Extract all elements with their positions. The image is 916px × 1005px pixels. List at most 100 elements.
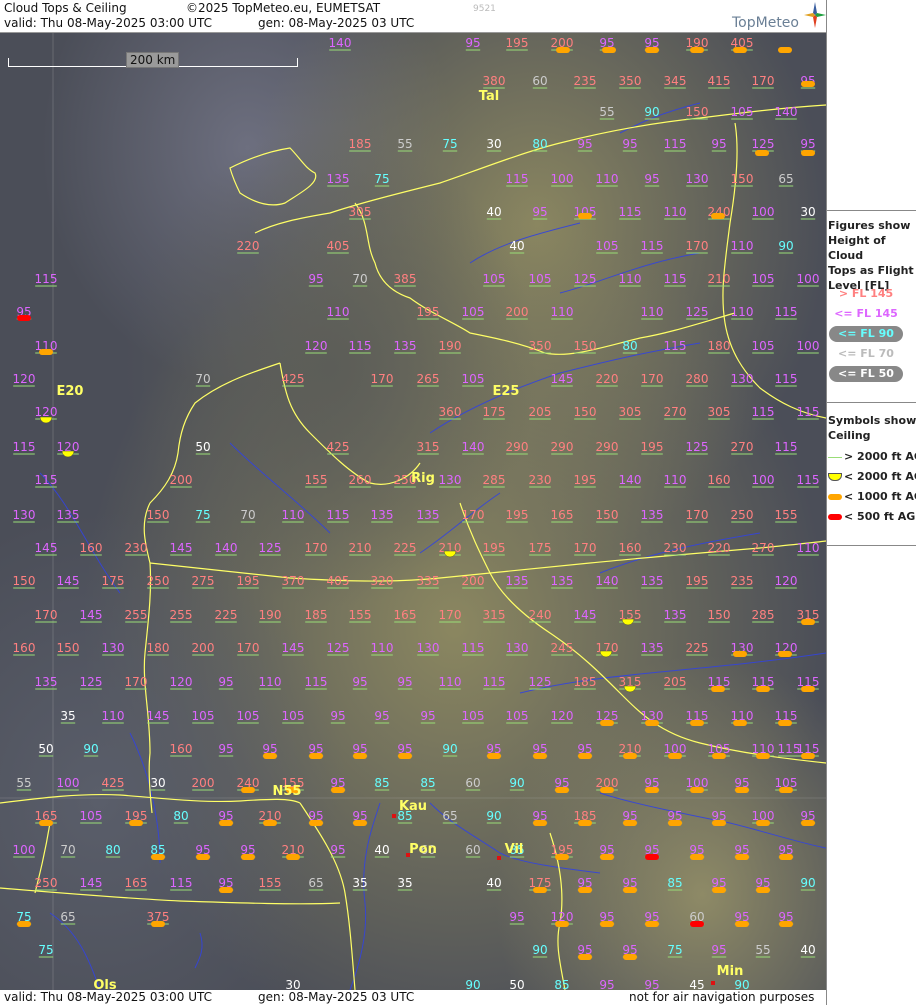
bottom-footer: valid: Thu 08-May-2025 03:00 UTC gen: 08…	[0, 990, 826, 1005]
cloud-top-value: 55	[16, 776, 31, 790]
cloud-top-value: 305	[708, 405, 731, 419]
cloud-top-value: 115	[775, 440, 798, 454]
cloud-top-value: 120	[13, 372, 36, 386]
cloud-top-value: 55	[599, 105, 614, 119]
cloud-top-value: 315	[417, 440, 440, 454]
cloud-top-value: 150	[574, 405, 597, 419]
cloud-top-value: 150	[57, 641, 80, 655]
cloud-top-value: 305	[619, 405, 642, 419]
cloud-top-value: 95	[374, 709, 389, 723]
tops-legend-item: <= FL 70	[838, 347, 894, 360]
cloud-top-value: 35	[352, 876, 367, 890]
cloud-top-value: 285	[483, 473, 506, 487]
cloud-top-value: 125	[686, 440, 709, 454]
ceiling-under-1000-symbol	[263, 753, 277, 759]
cloud-top-value: 95	[397, 675, 412, 689]
cloud-top-value: 220	[708, 541, 731, 555]
cloud-top-value: 175	[529, 541, 552, 555]
cloud-top-value: 105	[462, 709, 485, 723]
cloud-top-value: 160	[13, 641, 36, 655]
ceiling-under-1000-symbol	[555, 921, 569, 927]
cloud-top-value: 95	[800, 137, 815, 151]
ceiling-under-1000-symbol	[711, 213, 725, 219]
cloud-top-value: 110	[282, 508, 305, 522]
satellite-map[interactable]: 140 95 195 200 95 95 190 405 380 60 235 350 345 415 17…	[0, 33, 826, 990]
cloud-top-value: 405	[327, 574, 350, 588]
cloud-top-value: 265	[417, 372, 440, 386]
ceiling-under-1000-symbol	[219, 887, 233, 893]
cloud-top-value: 90	[800, 876, 815, 890]
ceiling-under-1000-symbol	[556, 47, 570, 53]
cloud-top-value: 90	[465, 978, 480, 990]
ceiling-under-1000-symbol	[578, 887, 592, 893]
cloud-top-value: 195	[483, 541, 506, 555]
cloud-top-value: 125	[327, 641, 350, 655]
ceiling-under-1000-symbol	[241, 854, 255, 860]
cloud-top-value: 170	[752, 74, 775, 88]
cloud-top-value: 90	[83, 742, 98, 756]
ceiling-under-1000-symbol	[533, 753, 547, 759]
cloud-top-value: 115	[619, 205, 642, 219]
cloud-top-value: 105	[752, 272, 775, 286]
cloud-top-value: 120	[775, 574, 798, 588]
compass-logo-icon	[804, 2, 826, 28]
cloud-top-value: 100	[551, 172, 574, 186]
cloud-top-value: 190	[259, 608, 282, 622]
cloud-top-value: 180	[147, 641, 170, 655]
cloud-top-value: 115	[778, 742, 801, 756]
cloud-top-value: 115	[35, 473, 58, 487]
cloud-top-value: 95	[218, 742, 233, 756]
cloud-top-value: 110	[596, 172, 619, 186]
cloud-top-value: 140	[462, 440, 485, 454]
ceiling-under-1000-symbol	[756, 820, 770, 826]
cloud-top-value: 55	[755, 943, 770, 957]
ceiling-under-500-symbol	[690, 921, 704, 927]
cloud-top-value: 305	[349, 205, 372, 219]
cloud-top-value: 170	[641, 372, 664, 386]
cloud-top-value: 180	[708, 339, 731, 353]
cloud-top-value: 40	[486, 876, 501, 890]
cloud-top-value: 125	[752, 137, 775, 151]
cloud-top-value: 105	[462, 305, 485, 319]
ceiling-under-1000-symbol	[801, 753, 815, 759]
ceiling-under-1000-symbol	[533, 887, 547, 893]
city-dot	[497, 856, 501, 860]
cloud-top-value: 95	[711, 943, 726, 957]
cloud-top-value: 195	[641, 440, 664, 454]
cloud-top-value: 240	[529, 608, 552, 622]
cloud-top-value: 130	[686, 172, 709, 186]
cloud-top-value: 170	[237, 641, 260, 655]
cloud-top-value: 85	[667, 876, 682, 890]
cloud-top-value: 95	[644, 978, 659, 990]
cloud-top-value: 100	[13, 843, 36, 857]
cloud-top-value: 160	[619, 541, 642, 555]
cloud-top-value: 135	[506, 574, 529, 588]
ceiling-under-1000-symbol	[801, 686, 815, 692]
ceiling-under-1000-symbol	[645, 921, 659, 927]
cloud-top-value: 95	[509, 910, 524, 924]
ceiling-legend-title: Symbols show Ceiling	[827, 413, 916, 443]
ceiling-under-1000-symbol	[241, 787, 255, 793]
cloud-top-value: 320	[371, 574, 394, 588]
cloud-top-value: 80	[105, 843, 120, 857]
tops-title-line: Height of Cloud	[828, 234, 886, 262]
cloud-top-value: 140	[596, 574, 619, 588]
ceiling-under-1000-symbol	[733, 47, 747, 53]
cloud-top-value: 110	[259, 675, 282, 689]
ceiling-under-1000-symbol	[733, 720, 747, 726]
cloud-top-value: 90	[778, 239, 793, 253]
cloud-top-value: 170	[125, 675, 148, 689]
ceiling-under-1000-symbol	[600, 787, 614, 793]
cloud-top-value: 250	[35, 876, 58, 890]
cloud-top-value: 235	[574, 74, 597, 88]
cloud-top-value: 165	[551, 508, 574, 522]
cloud-top-value: 170	[574, 541, 597, 555]
cloud-top-value: 385	[394, 272, 417, 286]
cloud-top-value: 105	[483, 272, 506, 286]
cloud-top-value: 110	[327, 305, 350, 319]
cloud-top-value: 100	[57, 776, 80, 790]
cloud-top-value: 210	[708, 272, 731, 286]
cloud-top-value: 175	[102, 574, 125, 588]
cloud-top-value: 40	[374, 843, 389, 857]
cloud-top-value: 105	[282, 709, 305, 723]
